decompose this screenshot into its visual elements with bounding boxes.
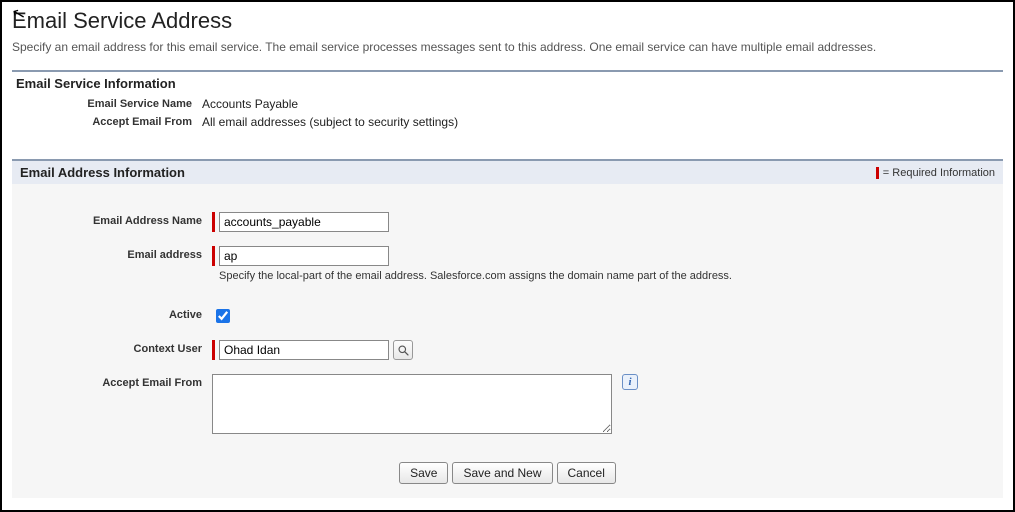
label-email-address: Email address xyxy=(22,246,212,261)
section-title-email-service-information: Email Service Information xyxy=(12,72,1003,95)
info-icon[interactable]: i xyxy=(622,374,638,390)
magnifier-icon xyxy=(397,344,410,357)
required-information-legend: = Required Information xyxy=(876,167,995,179)
section-title-email-address-information: Email Address Information xyxy=(20,165,185,180)
save-and-new-button[interactable]: Save and New xyxy=(452,462,552,484)
context-user-lookup-button[interactable] xyxy=(393,340,413,360)
label-email-address-name: Email Address Name xyxy=(22,212,212,227)
value-accept-email-from-readonly: All email addresses (subject to security… xyxy=(202,115,458,129)
active-checkbox[interactable] xyxy=(216,309,230,323)
label-accept-email-from: Accept Email From xyxy=(22,374,212,389)
email-address-help-text: Specify the local-part of the email addr… xyxy=(219,270,732,282)
page-title: Email Service Address xyxy=(12,8,1003,34)
page-description: Specify an email address for this email … xyxy=(12,40,1003,54)
accept-email-from-textarea[interactable] xyxy=(212,374,612,434)
required-indicator-icon xyxy=(212,340,215,360)
email-service-information-section: Email Service Information Email Service … xyxy=(12,70,1003,131)
email-address-input[interactable] xyxy=(219,246,389,266)
required-legend-text: = Required Information xyxy=(883,167,995,179)
value-email-service-name: Accounts Payable xyxy=(202,97,298,111)
required-indicator-icon xyxy=(212,246,215,266)
label-context-user: Context User xyxy=(22,340,212,355)
required-indicator-icon xyxy=(876,167,879,179)
label-email-service-name: Email Service Name xyxy=(12,98,202,110)
label-active: Active xyxy=(22,306,212,321)
cancel-button[interactable]: Cancel xyxy=(557,462,616,484)
email-address-information-section: Email Address Information = Required Inf… xyxy=(12,159,1003,498)
label-accept-email-from-readonly: Accept Email From xyxy=(12,116,202,128)
save-button[interactable]: Save xyxy=(399,462,448,484)
email-address-name-input[interactable] xyxy=(219,212,389,232)
context-user-input[interactable] xyxy=(219,340,389,360)
required-indicator-icon xyxy=(212,212,215,232)
